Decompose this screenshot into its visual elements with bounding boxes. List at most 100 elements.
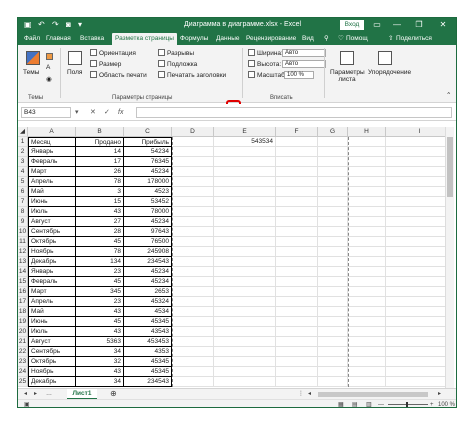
cell-d[interactable] xyxy=(172,267,214,277)
cell-c[interactable]: 45345 xyxy=(124,367,172,377)
cell-f[interactable] xyxy=(276,347,318,357)
normal-view-icon[interactable]: ▦ xyxy=(338,400,344,407)
cell-b[interactable]: 43 xyxy=(76,307,124,317)
cell-b[interactable]: 134 xyxy=(76,257,124,267)
cell-g[interactable] xyxy=(318,237,348,247)
cell-d[interactable] xyxy=(172,277,214,287)
cell-f[interactable] xyxy=(276,357,318,367)
tab-home[interactable]: Главная xyxy=(46,33,71,45)
cell-h[interactable] xyxy=(348,197,386,207)
cell-f[interactable] xyxy=(276,307,318,317)
zoom-out-button[interactable]: — xyxy=(378,400,384,407)
row-header[interactable]: 6 xyxy=(18,187,28,197)
row-header[interactable]: 17 xyxy=(18,297,28,307)
cell-e[interactable] xyxy=(214,177,276,187)
cell-h[interactable] xyxy=(348,167,386,177)
cell-c[interactable]: 2653 xyxy=(124,287,172,297)
cell-c[interactable]: Прибыль xyxy=(124,137,172,147)
effects-icon[interactable]: ◉ xyxy=(46,75,52,83)
column-header-i[interactable]: I xyxy=(386,127,454,137)
cell-f[interactable] xyxy=(276,237,318,247)
tab-insert[interactable]: Вставка xyxy=(80,33,104,45)
column-header-d[interactable]: D xyxy=(172,127,214,137)
cell-i[interactable] xyxy=(386,307,454,317)
cell-h[interactable] xyxy=(348,337,386,347)
cell-i[interactable] xyxy=(386,207,454,217)
cell-b[interactable]: 345 xyxy=(76,287,124,297)
cell-i[interactable] xyxy=(386,157,454,167)
cell-a[interactable]: Ноябрь xyxy=(28,247,76,257)
cell-f[interactable] xyxy=(276,317,318,327)
cell-b[interactable]: 34 xyxy=(76,377,124,387)
hscroll-left-icon[interactable]: ◂ xyxy=(308,389,311,399)
cell-b[interactable]: 26 xyxy=(76,167,124,177)
cell-i[interactable] xyxy=(386,337,454,347)
namebox-dropdown-icon[interactable]: ▾ xyxy=(75,107,79,118)
cell-f[interactable] xyxy=(276,337,318,347)
cell-i[interactable] xyxy=(386,277,454,287)
cell-i[interactable] xyxy=(386,377,454,387)
share-icon[interactable]: ⇧ xyxy=(388,33,393,45)
cell-b[interactable]: 23 xyxy=(76,297,124,307)
cell-a[interactable]: Январь xyxy=(28,267,76,277)
cell-d[interactable] xyxy=(172,187,214,197)
cell-c[interactable]: 4353 xyxy=(124,347,172,357)
cell-a[interactable]: Апрель xyxy=(28,297,76,307)
row-header[interactable]: 4 xyxy=(18,167,28,177)
cell-h[interactable] xyxy=(348,237,386,247)
cell-i[interactable] xyxy=(386,197,454,207)
arrange-button[interactable]: Упорядочение xyxy=(368,69,411,76)
cell-h[interactable] xyxy=(348,157,386,167)
row-header[interactable]: 19 xyxy=(18,317,28,327)
cell-e[interactable] xyxy=(214,367,276,377)
column-header-b[interactable]: B xyxy=(76,127,124,137)
cell-h[interactable] xyxy=(348,367,386,377)
cell-g[interactable] xyxy=(318,197,348,207)
cell-f[interactable] xyxy=(276,227,318,237)
cell-b[interactable]: 27 xyxy=(76,217,124,227)
cell-g[interactable] xyxy=(318,267,348,277)
cell-g[interactable] xyxy=(318,277,348,287)
colors-icon[interactable] xyxy=(46,53,55,61)
cell-a[interactable]: Июнь xyxy=(28,317,76,327)
cell-c[interactable]: 76345 xyxy=(124,157,172,167)
cell-g[interactable] xyxy=(318,327,348,337)
cell-f[interactable] xyxy=(276,247,318,257)
cell-c[interactable]: 245908 xyxy=(124,247,172,257)
cell-g[interactable] xyxy=(318,297,348,307)
cell-i[interactable] xyxy=(386,217,454,227)
help-icon[interactable]: ♡ xyxy=(338,33,344,45)
themes-icon[interactable] xyxy=(26,51,40,65)
cell-a[interactable]: Май xyxy=(28,187,76,197)
print-area-button[interactable]: Область печати xyxy=(90,71,147,79)
column-header-c[interactable]: C xyxy=(124,127,172,137)
cell-b[interactable]: Продано xyxy=(76,137,124,147)
cell-e[interactable] xyxy=(214,227,276,237)
cell-a[interactable]: Май xyxy=(28,307,76,317)
row-header[interactable]: 22 xyxy=(18,347,28,357)
camera-icon[interactable]: ◙ xyxy=(66,19,71,31)
cell-e[interactable] xyxy=(214,187,276,197)
cell-e[interactable] xyxy=(214,277,276,287)
row-header[interactable]: 5 xyxy=(18,177,28,187)
cell-c[interactable]: 234543 xyxy=(124,257,172,267)
cell-i[interactable] xyxy=(386,247,454,257)
page-break-view-icon[interactable]: ▥ xyxy=(366,400,372,407)
cell-f[interactable] xyxy=(276,157,318,167)
cell-e[interactable] xyxy=(214,347,276,357)
cell-b[interactable]: 5363 xyxy=(76,337,124,347)
column-header-g[interactable]: G xyxy=(318,127,348,137)
insert-function-icon[interactable]: fx xyxy=(118,107,123,118)
undo-icon[interactable]: ↶ xyxy=(38,19,45,31)
cell-b[interactable]: 32 xyxy=(76,357,124,367)
cell-d[interactable] xyxy=(172,337,214,347)
cell-d[interactable] xyxy=(172,287,214,297)
cell-a[interactable]: Апрель xyxy=(28,177,76,187)
cell-i[interactable] xyxy=(386,347,454,357)
cell-f[interactable] xyxy=(276,287,318,297)
zoom-slider-thumb[interactable] xyxy=(406,402,408,407)
cell-b[interactable]: 78 xyxy=(76,177,124,187)
cell-h[interactable] xyxy=(348,137,386,147)
hscroll-right-icon[interactable]: ▸ xyxy=(438,389,441,399)
collapse-ribbon-icon[interactable]: ⌃ xyxy=(446,91,451,99)
